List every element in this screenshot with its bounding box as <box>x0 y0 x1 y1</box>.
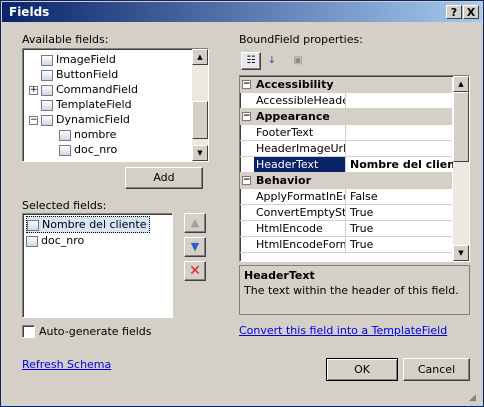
cancel-button[interactable]: Cancel <box>403 358 470 381</box>
field-icon <box>59 129 71 141</box>
tree-item-commandfield[interactable]: CommandField <box>41 82 138 97</box>
scroll-thumb[interactable] <box>453 92 469 162</box>
scroll-up-icon[interactable]: ▲ <box>453 76 469 92</box>
close-button[interactable]: X <box>463 5 479 19</box>
collapse-icon[interactable]: − <box>242 112 251 121</box>
properties-toolbar: ☷ ↓ ▣ <box>239 50 468 72</box>
scroll-down-icon[interactable]: ▼ <box>453 245 469 261</box>
properties-label: BoundField properties: <box>239 33 363 46</box>
prop-row[interactable]: HeaderImageUrl <box>240 141 452 157</box>
property-grid[interactable]: − Accessibility AccessibleHeaderTe − App… <box>239 75 470 262</box>
prop-row[interactable]: ConvertEmptyString True <box>240 205 452 221</box>
button-field-icon <box>41 69 53 81</box>
prop-row[interactable]: HtmlEncodeFormatS True <box>240 237 452 253</box>
convert-templatefield-link[interactable]: Convert this field into a TemplateField <box>239 324 447 337</box>
category-appearance[interactable]: − Appearance <box>240 109 452 125</box>
property-description: HeaderText The text within the header of… <box>239 265 470 315</box>
field-icon <box>59 144 71 156</box>
tree-item-dynamicfield[interactable]: DynamicField <box>41 112 130 127</box>
tree-item-buttonfield[interactable]: ButtonField <box>41 67 118 82</box>
dynamic-field-icon <box>41 114 53 126</box>
move-up-icon[interactable]: ▲ <box>184 213 206 233</box>
description-text: The text within the header of this field… <box>244 284 459 297</box>
prop-row-selected[interactable]: HeaderText Nombre del cliente <box>240 157 454 173</box>
autogen-label: Auto-generate fields <box>39 325 152 338</box>
prop-row[interactable]: ApplyFormatInEditM False <box>240 189 452 205</box>
property-scrollbar[interactable]: ▲ ▼ <box>453 76 469 261</box>
image-field-icon <box>41 54 53 66</box>
prop-row[interactable]: HtmlEncode True <box>240 221 452 237</box>
collapse-dynamicfield-icon[interactable]: − <box>29 116 38 125</box>
category-behavior[interactable]: − Behavior <box>240 173 452 189</box>
tree-item-doc-nro[interactable]: doc_nro <box>59 142 117 157</box>
command-field-icon <box>41 84 53 96</box>
template-field-icon <box>41 99 53 111</box>
tree-item-imagefield[interactable]: ImageField <box>41 52 116 67</box>
scroll-thumb[interactable] <box>192 101 208 139</box>
expand-commandfield-icon[interactable]: + <box>29 86 38 95</box>
ok-button[interactable]: OK <box>326 358 398 381</box>
title-bar[interactable]: Fields ? X <box>2 2 482 22</box>
move-down-icon[interactable]: ▼ <box>184 237 206 257</box>
resize-grip-icon[interactable]: ◢ <box>469 392 481 404</box>
selected-fields-list[interactable]: Nombre del cliente doc_nro <box>22 213 173 318</box>
selected-item-nombre-del-cliente[interactable]: Nombre del cliente <box>26 216 151 233</box>
help-button[interactable]: ? <box>446 5 462 19</box>
scroll-down-icon[interactable]: ▼ <box>192 145 208 161</box>
delete-icon[interactable]: ✕ <box>184 261 206 281</box>
property-pages-icon[interactable]: ▣ <box>288 52 308 70</box>
alphabetical-icon[interactable]: ↓ <box>262 52 282 70</box>
prop-row[interactable]: FooterText <box>240 125 452 141</box>
fields-dialog: Fields ? X Available fields: ImageField … <box>0 0 484 407</box>
selected-item-doc-nro[interactable]: doc_nro <box>26 233 84 248</box>
description-title: HeaderText <box>244 269 315 282</box>
refresh-schema-link[interactable]: Refresh Schema <box>22 358 111 371</box>
window-title: Fields <box>9 5 50 19</box>
available-scrollbar[interactable]: ▲ ▼ <box>192 49 208 161</box>
tree-item-nombre[interactable]: nombre <box>59 127 116 142</box>
bound-field-icon <box>27 219 39 231</box>
tree-item-templatefield[interactable]: TemplateField <box>41 97 132 112</box>
prop-row[interactable]: AccessibleHeaderTe <box>240 93 452 109</box>
selected-fields-label: Selected fields: <box>22 199 107 212</box>
categorized-icon[interactable]: ☷ <box>241 52 261 70</box>
available-fields-tree[interactable]: ImageField ButtonField + CommandField Te… <box>22 48 209 162</box>
scroll-up-icon[interactable]: ▲ <box>192 49 208 65</box>
autogen-checkbox[interactable] <box>22 325 35 338</box>
collapse-icon[interactable]: − <box>242 176 251 185</box>
category-accessibility[interactable]: − Accessibility <box>240 77 452 93</box>
collapse-icon[interactable]: − <box>242 80 251 89</box>
available-fields-label: Available fields: <box>22 33 109 46</box>
add-button[interactable]: Add <box>125 167 203 189</box>
bound-field-icon <box>26 235 38 247</box>
